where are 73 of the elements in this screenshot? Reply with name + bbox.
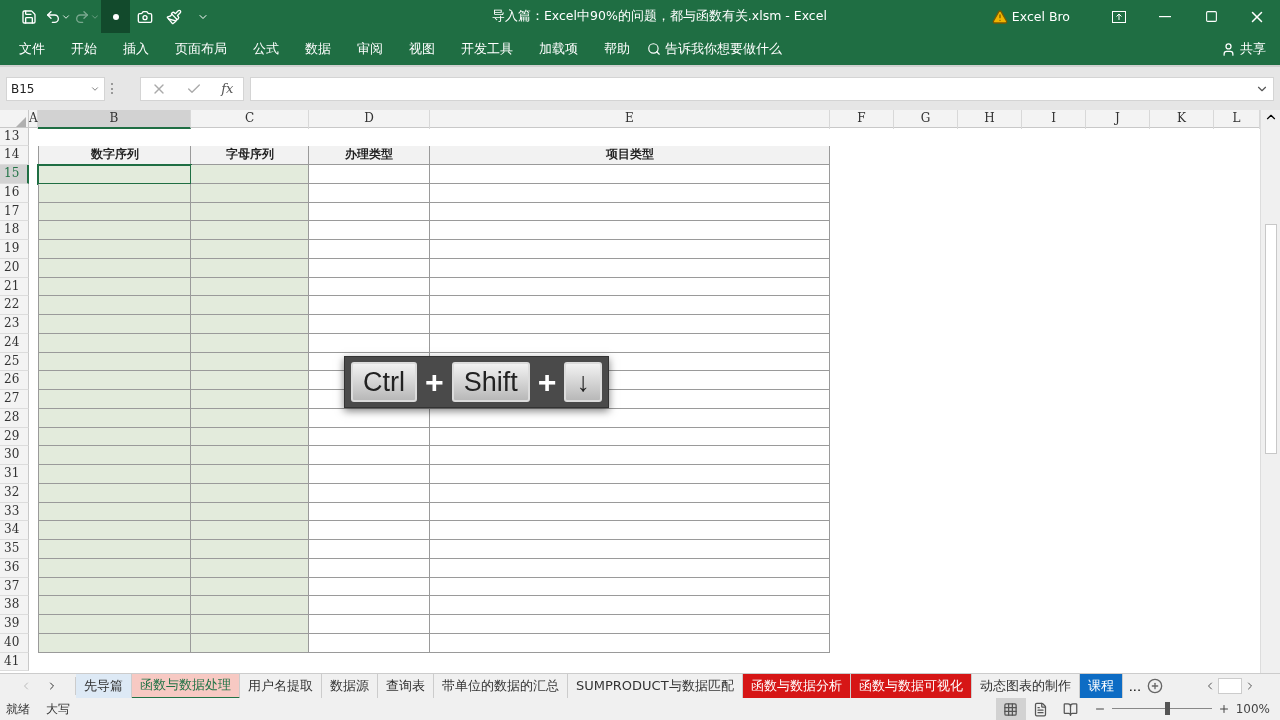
row-number[interactable]: 27 (0, 390, 29, 409)
row-number[interactable]: 39 (0, 615, 29, 634)
column-heading: 项目类型 (430, 146, 830, 165)
row-number[interactable]: 35 (0, 540, 29, 559)
column-header[interactable]: K (1150, 110, 1214, 129)
row-number[interactable]: 31 (0, 465, 29, 484)
row-number[interactable]: 21 (0, 278, 29, 296)
row-number[interactable]: 16 (0, 184, 29, 203)
plus-sign: + (537, 363, 557, 401)
row-number[interactable]: 13 (0, 128, 29, 146)
row-number[interactable]: 18 (0, 221, 29, 240)
keyboard-key: Ctrl (351, 362, 417, 402)
row-number[interactable]: 17 (0, 203, 29, 221)
row-number[interactable]: 30 (0, 446, 29, 465)
status-text: 就绪 (6, 700, 30, 718)
zoom-level[interactable]: 100% (1235, 702, 1270, 716)
account-name[interactable]: Excel Bro (1011, 9, 1070, 24)
column-header[interactable]: E (430, 110, 830, 129)
ribbon-tab[interactable]: 页面布局 (164, 40, 238, 58)
sheet-tab[interactable]: 函数与数据可视化 (850, 673, 972, 699)
row-number[interactable]: 25 (0, 353, 29, 371)
column-header[interactable]: G (894, 110, 958, 129)
row-number[interactable]: 37 (0, 578, 29, 596)
sheet-tab[interactable]: 课程 (1079, 673, 1123, 699)
column-header[interactable]: D (309, 110, 430, 129)
row-number[interactable]: 33 (0, 503, 29, 521)
keyboard-key: Shift (451, 362, 530, 402)
row-number[interactable]: 38 (0, 596, 29, 615)
window-title: 导入篇：Excel中90%的问题，都与函数有关.xlsm - Excel (490, 8, 828, 25)
sheet-tab[interactable]: 函数与数据分析 (742, 673, 851, 699)
plus-sign: + (425, 363, 444, 401)
row-number[interactable]: 40 (0, 634, 29, 653)
row-number[interactable]: 26 (0, 371, 29, 390)
row-number[interactable]: 34 (0, 521, 29, 540)
ribbon-tab[interactable]: 开发工具 (450, 40, 524, 58)
column-header[interactable]: F (830, 110, 894, 129)
column-header[interactable]: B (38, 110, 191, 129)
row-number[interactable]: 28 (0, 409, 29, 428)
ribbon-tab[interactable]: 公式 (242, 40, 290, 58)
column-header[interactable]: J (1086, 110, 1150, 129)
row-number[interactable]: 32 (0, 484, 29, 503)
ribbon-tab[interactable]: 审阅 (346, 40, 394, 58)
column-header[interactable]: H (958, 110, 1022, 129)
keyboard-key: ↓ (564, 362, 602, 402)
row-number[interactable]: 29 (0, 428, 29, 446)
share-button[interactable]: 共享 (1221, 40, 1266, 58)
row-number[interactable]: 23 (0, 315, 29, 334)
ribbon-tab[interactable]: 帮助 (593, 40, 641, 58)
status-text: 大写 (46, 700, 70, 718)
ribbon-tab[interactable]: 视图 (398, 40, 446, 58)
tell-me-field[interactable]: 告诉我你想要做什么 (647, 40, 782, 58)
row-number[interactable]: 41 (0, 653, 29, 671)
column-heading: 办理类型 (309, 146, 430, 165)
ribbon-tab[interactable]: 加载项 (528, 40, 589, 58)
sheet-tab[interactable]: 函数与数据处理 (132, 673, 240, 699)
ribbon-tab[interactable]: 文件 (8, 40, 56, 58)
ribbon-tab[interactable]: 数据 (294, 40, 342, 58)
column-heading: 字母序列 (191, 146, 309, 165)
row-number[interactable]: 19 (0, 240, 29, 259)
row-number[interactable]: 24 (0, 334, 29, 353)
row-number[interactable]: 15 (0, 165, 29, 184)
row-number[interactable]: 36 (0, 559, 29, 578)
row-number[interactable]: 14 (0, 146, 29, 165)
ribbon-tab[interactable]: 开始 (60, 40, 108, 58)
ribbon-tab[interactable]: 插入 (112, 40, 160, 58)
more-sheets-button[interactable]: ... (1122, 678, 1148, 694)
row-number[interactable]: 22 (0, 296, 29, 315)
sheet-tab[interactable]: 先导篇 (76, 673, 132, 699)
row-number[interactable]: 20 (0, 259, 29, 278)
column-header[interactable]: C (191, 110, 309, 129)
insert-function-button[interactable]: fx (221, 81, 234, 96)
name-box[interactable]: B15 (6, 76, 105, 101)
column-header[interactable]: I (1022, 110, 1086, 129)
